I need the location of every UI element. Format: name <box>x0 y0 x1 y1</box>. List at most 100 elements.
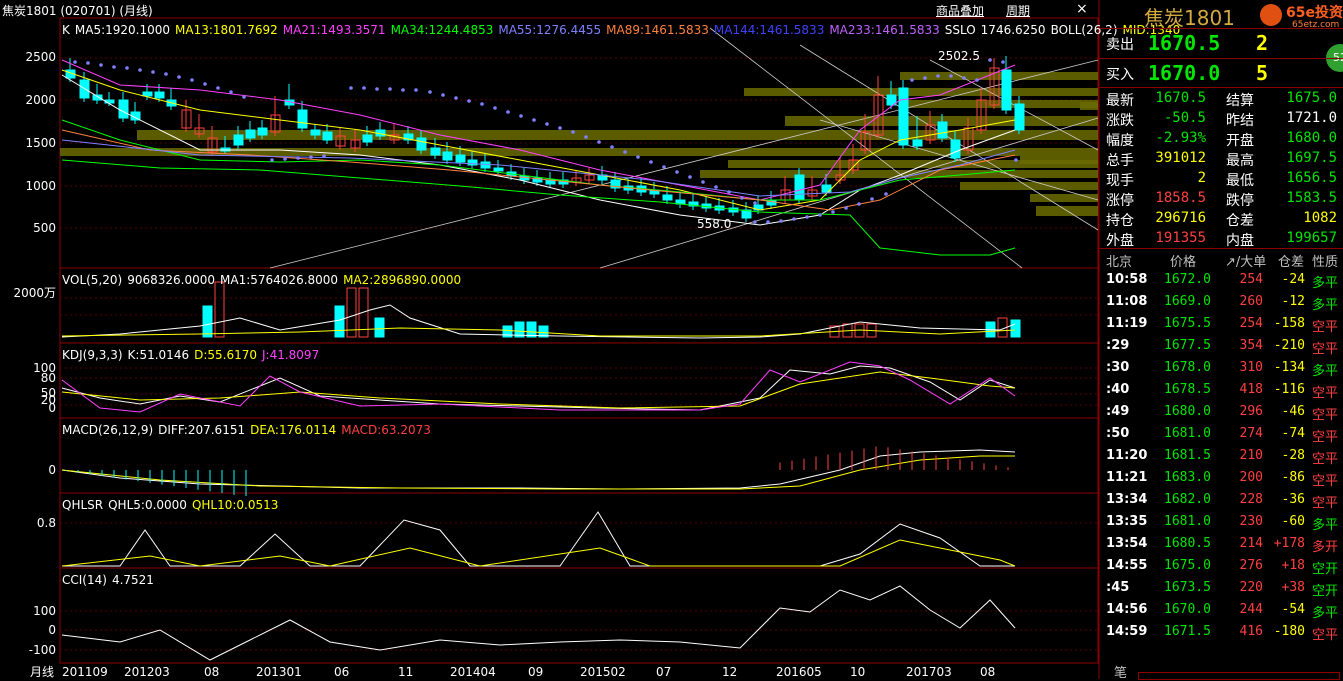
sar-dot <box>138 68 142 72</box>
stat-row: 涨停 1858.5 跌停 1583.5 <box>1106 190 1337 209</box>
axis-label: 07 <box>656 665 671 679</box>
candle-body <box>154 91 165 99</box>
overlay-commodity-button[interactable]: 商品叠加 <box>936 2 984 19</box>
axis-label: 11 <box>398 665 413 679</box>
tick-row[interactable]: :40 1678.5 418 -116 空平 <box>1100 382 1343 404</box>
profile-zone <box>1030 194 1098 202</box>
tick-row[interactable]: :30 1678.0 310 -134 多平 <box>1100 360 1343 382</box>
sar-dot <box>270 158 274 162</box>
tick-row[interactable]: 11:21 1683.0 200 -86 空平 <box>1100 470 1343 492</box>
candle-body <box>362 134 373 143</box>
tick-row[interactable]: :29 1677.5 354 -210 空平 <box>1100 338 1343 360</box>
candle-body <box>92 94 103 101</box>
sar-dot <box>493 106 497 110</box>
tick-row[interactable]: :50 1681.0 274 -74 空平 <box>1100 426 1343 448</box>
axis-label: 201109 <box>62 665 108 679</box>
volume-bar <box>214 281 225 338</box>
legend-item: CCI(14) <box>62 573 107 587</box>
candle-body <box>442 151 453 161</box>
axis-label: 201605 <box>776 665 822 679</box>
stat-row: 持仓 296716 仓差 1082 <box>1106 210 1337 229</box>
candle-body <box>245 129 256 139</box>
legend-item: QHL10:0.0513 <box>191 498 279 512</box>
sar-dot <box>283 157 287 161</box>
sar-dot <box>936 74 940 78</box>
sar-dot <box>506 110 510 114</box>
sar-dot <box>177 75 181 79</box>
legend-item: MA21:1493.3571 <box>282 23 386 37</box>
tick-row[interactable]: 11:20 1681.5 210 -28 空平 <box>1100 448 1343 470</box>
sar-dot <box>375 87 379 91</box>
candle-body <box>1001 69 1012 111</box>
sar-dot <box>86 61 90 65</box>
legend-item: MA1:5764026.8000 <box>220 273 339 287</box>
kline-chart-area[interactable]: 25002000150010005002000万100805020000.810… <box>0 0 1100 679</box>
candle-body <box>322 131 333 141</box>
sar-dot <box>322 154 326 158</box>
legend-item: MA2:2896890.0000 <box>343 273 462 287</box>
axis-label: 0.8 <box>37 516 56 530</box>
axis-label: 1500 <box>25 136 56 150</box>
tick-row[interactable]: 13:54 1680.5 214 +178 多开 <box>1100 536 1343 558</box>
kdj-k <box>61 365 1016 411</box>
qhl10 <box>61 539 1016 567</box>
legend-item: VOL(5,20) <box>62 273 123 287</box>
stat-row: 幅度 -2.93% 开盘 1680.0 <box>1106 130 1337 149</box>
legend-item: MACD(26,12,9) <box>62 423 154 437</box>
candle-body <box>493 167 504 172</box>
candle-body <box>233 134 244 146</box>
stat-row: 总手 391012 最高 1697.5 <box>1106 150 1337 169</box>
period-button[interactable]: 周期 <box>1006 2 1030 19</box>
legend-item: QHL5:0.0000 <box>108 498 187 512</box>
close-icon[interactable]: × <box>1076 1 1088 17</box>
legend-item: DEA:176.0114 <box>250 423 337 437</box>
axis-labels: 25002000150010005002000万100805020000.810… <box>13 50 995 679</box>
tick-row[interactable]: 13:34 1682.0 228 -36 空平 <box>1100 492 1343 514</box>
sar-dot <box>910 78 914 82</box>
macd-legend: MACD(26,12,9) DIFF:207.6151 DEA:176.0114 MA… <box>62 423 436 437</box>
tick-row[interactable]: 14:55 1675.0 276 +18 空开 <box>1100 558 1343 580</box>
legend-item: K:51.0146 <box>127 348 190 362</box>
tick-row[interactable]: 13:35 1681.0 230 -60 多平 <box>1100 514 1343 536</box>
legend-item: MA144:1461.5833 <box>713 23 825 37</box>
volume-bar <box>334 305 345 338</box>
sar-dot <box>480 102 484 106</box>
tick-row[interactable]: 14:59 1671.5 416 -180 空平 <box>1100 624 1343 646</box>
tick-row[interactable]: 14:56 1670.0 244 -54 多平 <box>1100 602 1343 624</box>
candle-body <box>950 139 961 159</box>
panel-frame <box>59 567 1099 664</box>
legend-item: 4.7521 <box>111 573 154 587</box>
profile-zone <box>960 182 1098 190</box>
sar-dot <box>441 93 445 97</box>
sar-dot <box>649 160 653 164</box>
sar-dot <box>151 70 155 74</box>
high-annotation: 2502.5 <box>938 49 980 63</box>
sar-dot <box>831 210 835 214</box>
stat-row: 外盘 191355 内盘 199657 <box>1106 230 1337 249</box>
sar-dot <box>349 86 353 90</box>
axis-label: 201301 <box>256 665 302 679</box>
sar-dot <box>164 72 168 76</box>
sar-dot <box>414 88 418 92</box>
candle-body <box>310 129 321 136</box>
sar-dot <box>766 220 770 224</box>
legend-item: MA13:1801.7692 <box>175 23 278 37</box>
tick-row[interactable]: 10:58 1672.0 254 -24 多平 <box>1100 272 1343 294</box>
axis-label: 1000 <box>25 179 56 193</box>
axis-label: 100 <box>33 604 56 618</box>
axis-label: 0 <box>48 401 56 415</box>
sar-dot <box>73 60 77 64</box>
tick-row[interactable]: 11:19 1675.5 254 -158 空平 <box>1100 316 1343 338</box>
axis-label: 2000万 <box>13 286 56 300</box>
chart-title: 焦炭1801 (020701) (月线) <box>2 4 153 18</box>
tick-row[interactable]: :49 1680.0 296 -46 空平 <box>1100 404 1343 426</box>
profile-zone <box>728 160 1098 168</box>
sar-dot <box>962 76 966 80</box>
legend-item: MA89:1461.5833 <box>606 23 709 37</box>
logo-icon <box>1260 4 1282 26</box>
sar-dot <box>545 122 549 126</box>
legend-item: MA34:1244.4853 <box>390 23 494 37</box>
axis-label: 0 <box>48 623 56 637</box>
tick-row[interactable]: 11:08 1669.0 260 -12 多平 <box>1100 294 1343 316</box>
tick-row[interactable]: :45 1673.5 220 +38 空开 <box>1100 580 1343 602</box>
